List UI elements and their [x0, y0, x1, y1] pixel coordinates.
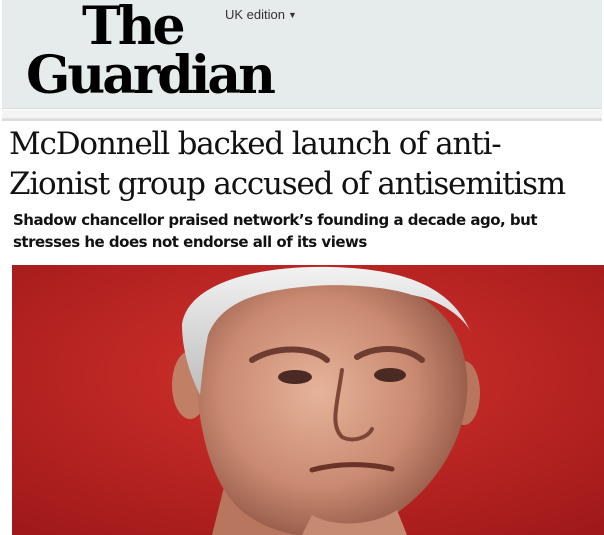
chevron-down-icon: ▼ — [287, 10, 297, 20]
section-rule — [2, 119, 602, 121]
article-standfirst: Shadow chancellor praised network’s foun… — [13, 211, 538, 251]
logo-guardian: Guardian — [26, 45, 276, 106]
article-main-image[interactable] — [12, 265, 604, 535]
masthead: The Guardian UK edition ▼ — [2, 0, 602, 109]
masthead-divider — [2, 110, 602, 119]
portrait-illustration — [12, 265, 604, 535]
article-headline[interactable]: McDonnell backed launch of anti-Zionist … — [9, 124, 599, 204]
edition-label: UK edition — [225, 7, 285, 22]
article-page: The Guardian UK edition ▼ McDonnell backe… — [0, 0, 604, 535]
edition-selector[interactable]: UK edition ▼ — [225, 7, 297, 22]
